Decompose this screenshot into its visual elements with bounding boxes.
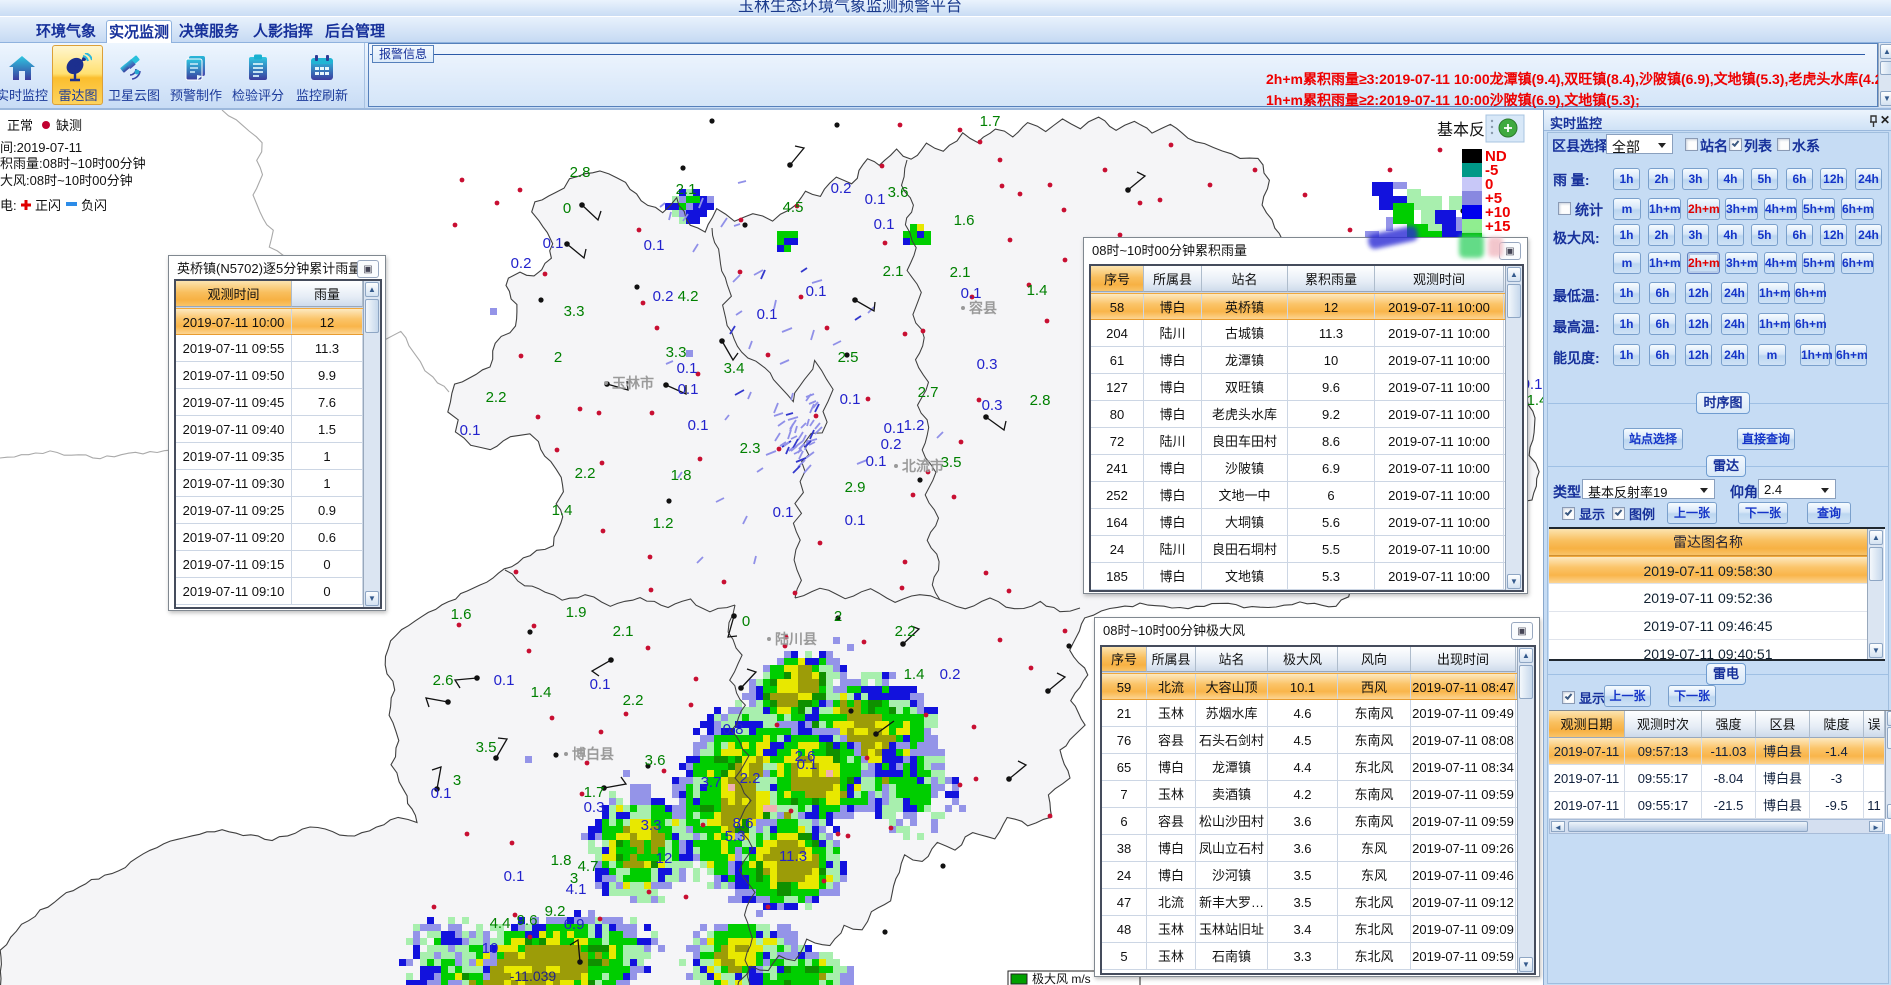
svg-text:2.8: 2.8 [1030,392,1051,409]
svg-text:2.2: 2.2 [575,465,596,482]
svg-text:2.1: 2.1 [676,181,697,198]
svg-text:2.2: 2.2 [486,389,507,406]
svg-text:-11.039: -11.039 [510,968,557,984]
svg-text:1.4: 1.4 [552,502,573,519]
svg-text:陆川县: 陆川县 [775,631,817,647]
svg-text:2.1: 2.1 [613,623,634,640]
svg-text:1.8: 1.8 [671,467,692,484]
svg-text:2.3: 2.3 [740,440,761,457]
svg-text:2.2: 2.2 [895,623,916,640]
svg-text:容县: 容县 [968,300,997,316]
svg-text:12: 12 [656,850,673,867]
svg-text:3.6: 3.6 [888,184,909,201]
svg-text:0.1: 0.1 [543,235,564,252]
svg-text:4.7: 4.7 [578,858,599,875]
svg-text:0.1: 0.1 [460,422,481,439]
svg-text:2: 2 [834,608,842,625]
svg-text:缺测: 缺测 [56,118,82,133]
svg-text:0.1: 0.1 [840,391,861,408]
svg-text:11.3: 11.3 [779,848,807,865]
svg-text:1.2: 1.2 [904,417,925,434]
svg-text:0.2: 0.2 [511,255,532,272]
svg-text:2.9: 2.9 [845,479,866,496]
svg-text:+15: +15 [1485,218,1510,235]
svg-text:0.3: 0.3 [584,799,605,816]
svg-text:0.1: 0.1 [431,785,452,802]
svg-text:0.1: 0.1 [773,504,794,521]
svg-text:1.6: 1.6 [954,212,975,229]
svg-text:0.3: 0.3 [977,356,998,373]
svg-text:2.6: 2.6 [433,672,454,689]
svg-text:0.1: 0.1 [884,420,905,437]
svg-text:4.4: 4.4 [490,915,511,932]
svg-text:1.4: 1.4 [1027,282,1048,299]
svg-text:基本反: 基本反 [1437,121,1485,139]
svg-text:0.2: 0.2 [831,180,852,197]
svg-text:0.1: 0.1 [644,237,665,254]
svg-text:0: 0 [742,613,750,630]
svg-text:4.1: 4.1 [566,881,587,898]
svg-text:3.3: 3.3 [666,344,687,361]
svg-text:0.1: 0.1 [678,381,699,398]
svg-text:9.6: 9.6 [517,912,538,929]
svg-text:0.1: 0.1 [865,191,886,208]
svg-text:6.9: 6.9 [564,916,585,933]
svg-text:10: 10 [482,940,499,957]
svg-text:1.2: 1.2 [653,515,674,532]
svg-text:9.2: 9.2 [545,903,566,920]
svg-text:积雨量:08时~10时00分钟: 积雨量:08时~10时00分钟 [0,156,146,171]
svg-text:正常: 正常 [7,118,33,133]
svg-text:2.5: 2.5 [838,349,859,366]
svg-text:2.2: 2.2 [740,770,761,787]
svg-text:北流市: 北流市 [902,458,944,474]
svg-text:电:: 电: [0,198,17,213]
svg-text:2: 2 [554,349,562,366]
svg-text:0.3: 0.3 [982,397,1003,414]
svg-text:1.4: 1.4 [904,666,925,683]
svg-text:4.2: 4.2 [678,288,699,305]
svg-text:间:2019-07-11: 间:2019-07-11 [0,140,82,155]
svg-text:2.6: 2.6 [795,748,816,765]
svg-text:博白县: 博白县 [572,746,614,762]
svg-text:8.6: 8.6 [733,815,754,832]
svg-text:正闪: 正闪 [35,198,61,213]
svg-text:0.1: 0.1 [504,868,525,885]
svg-text:0.2: 0.2 [881,436,902,453]
svg-text:0.1: 0.1 [494,672,515,689]
svg-text:0.2: 0.2 [653,288,674,305]
svg-text:1.6: 1.6 [451,606,472,623]
svg-text:0.1: 0.1 [677,360,698,377]
svg-text:2.8: 2.8 [570,164,591,181]
svg-text:0.1: 0.1 [874,216,895,233]
svg-text:0.2: 0.2 [940,666,961,683]
svg-text:3.6: 3.6 [645,752,666,769]
svg-text:极大风 m/s: 极大风 m/s [1032,972,1091,985]
svg-text:0: 0 [563,200,571,217]
svg-text:2.1: 2.1 [883,263,904,280]
svg-text:0.1: 0.1 [806,283,827,300]
svg-text:大风:08时~10时00分钟: 大风:08时~10时00分钟 [0,173,133,188]
svg-text:1.8: 1.8 [551,852,572,869]
svg-text:1.9: 1.9 [566,604,587,621]
svg-text:3.5: 3.5 [476,739,497,756]
svg-text:0.1: 0.1 [845,512,866,529]
svg-text:2.7: 2.7 [918,384,939,401]
svg-text:2.1: 2.1 [950,264,971,281]
svg-text:3.7: 3.7 [701,774,722,791]
svg-text:0.1: 0.1 [590,676,611,693]
svg-text:3.4: 3.4 [724,360,745,377]
svg-text:4.5: 4.5 [783,199,804,216]
svg-text:0.1: 0.1 [757,306,778,323]
svg-text:3.3: 3.3 [564,303,585,320]
svg-text:3: 3 [453,772,461,789]
svg-text:2.2: 2.2 [623,692,644,709]
svg-text:0.8: 0.8 [723,721,744,738]
svg-text:3.3: 3.3 [641,817,662,834]
svg-text:1.7: 1.7 [980,113,1001,130]
svg-text:0.1: 0.1 [688,417,709,434]
svg-text:0.1: 0.1 [866,453,887,470]
svg-text:玉林市: 玉林市 [612,375,654,391]
svg-text:1.4: 1.4 [531,684,552,701]
svg-text:负闪: 负闪 [81,198,107,213]
